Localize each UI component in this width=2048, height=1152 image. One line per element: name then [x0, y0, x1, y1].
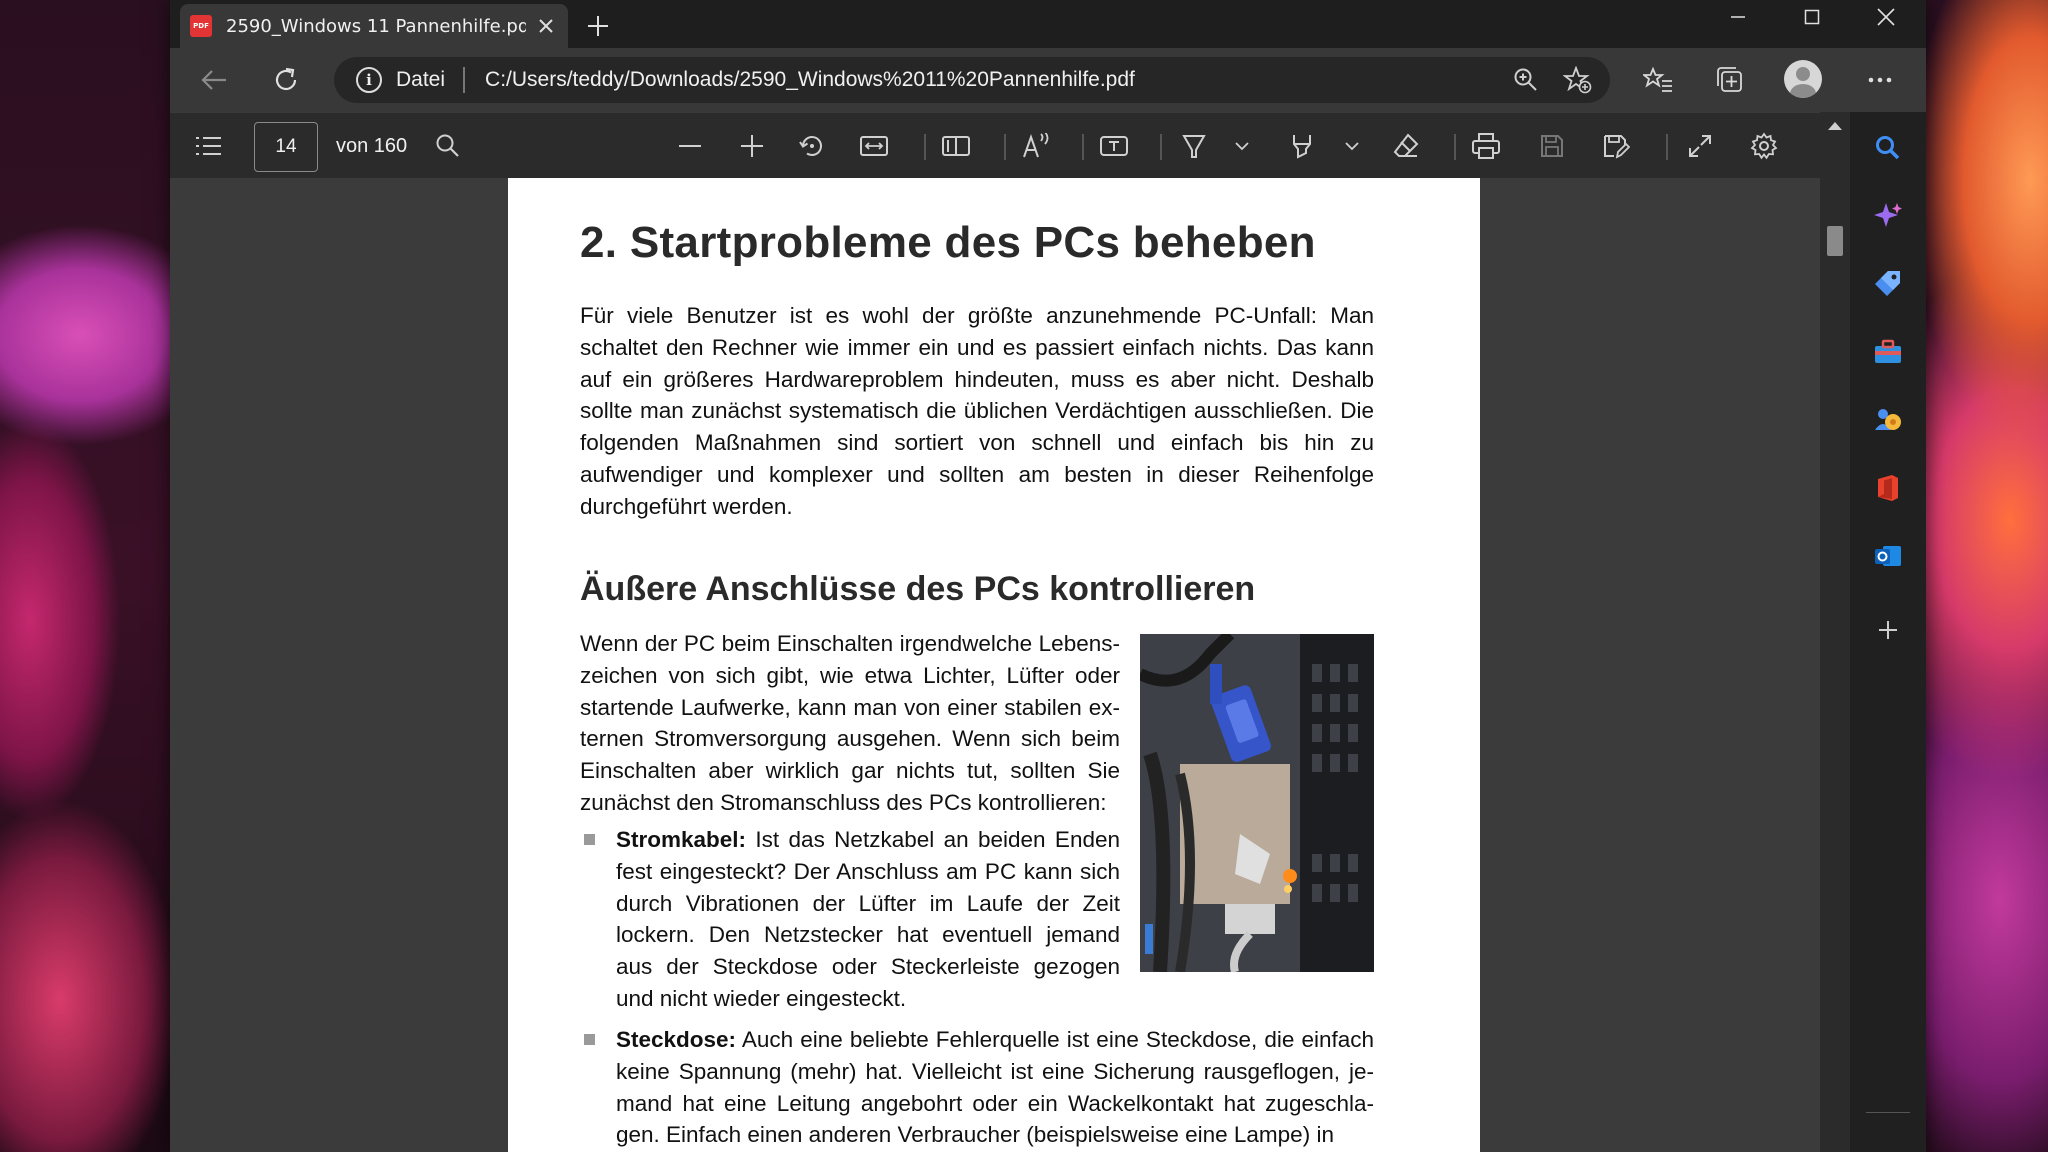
back-button[interactable]	[194, 62, 234, 98]
toolbar-separator	[1004, 134, 1006, 160]
favorites-icon[interactable]	[1638, 62, 1678, 98]
toolbar-separator	[1666, 134, 1668, 160]
read-aloud-icon[interactable]	[1018, 128, 1054, 164]
url-text[interactable]: C:/Users/teddy/Downloads/2590_Windows%20…	[485, 68, 1506, 92]
zoom-icon[interactable]	[1506, 60, 1546, 100]
scheme-label: Datei	[396, 68, 446, 91]
sidebar-tools-briefcase-icon[interactable]	[1870, 334, 1906, 370]
highlight-options-chevron-icon[interactable]	[1334, 128, 1370, 164]
sidebar-outlook-icon[interactable]	[1870, 538, 1906, 574]
draw-icon[interactable]	[1176, 128, 1212, 164]
rotate-icon[interactable]	[794, 128, 830, 164]
close-window-button[interactable]	[1849, 0, 1923, 34]
section-paragraph: Wenn der PC beim Einschalten irgendwelch…	[580, 631, 1120, 815]
pdf-viewer[interactable]: 2. Startprobleme des PCs beheben Für vie…	[170, 178, 1820, 1152]
toolbar-separator	[1082, 134, 1084, 160]
toolbar-separator	[1454, 134, 1456, 160]
address-separator	[463, 67, 466, 93]
toolbar-separator	[1160, 134, 1162, 160]
bullet-body: Ist das Netzkabel an beiden Enden fest e…	[616, 827, 1120, 1011]
tab-pdf-document[interactable]: PDF 2590_Windows 11 Pannenhilfe.pdf	[180, 4, 568, 48]
page-view-icon[interactable]	[938, 128, 974, 164]
pc-connectors-photo	[1140, 634, 1374, 972]
bullet-text: Steckdose: Auch eine beliebte Fehlerquel…	[616, 1024, 1374, 1151]
profile-avatar[interactable]	[1784, 60, 1822, 98]
bullet-square	[584, 1034, 595, 1045]
refresh-button[interactable]	[266, 62, 306, 98]
bullet-square	[584, 834, 595, 845]
fit-to-width-icon[interactable]	[856, 128, 892, 164]
chapter-title: 2. Startprobleme des PCs beheben	[580, 218, 1316, 267]
scroll-thumb[interactable]	[1827, 226, 1843, 256]
bullet-term: Stromkabel:	[616, 827, 747, 852]
collections-icon[interactable]	[1710, 62, 1750, 98]
page-total-label: von 160	[336, 135, 408, 157]
zoom-in-icon[interactable]	[734, 128, 770, 164]
section-title: Äußere Anschlüsse des PCs kontrollieren	[580, 570, 1256, 608]
save-icon[interactable]	[1534, 128, 1570, 164]
new-tab-button[interactable]	[580, 8, 616, 44]
print-icon[interactable]	[1468, 128, 1504, 164]
search-in-document-icon[interactable]	[430, 128, 466, 164]
more-options-icon[interactable]	[1860, 62, 1900, 98]
draw-options-chevron-icon[interactable]	[1224, 128, 1260, 164]
edge-sidebar	[1850, 112, 1926, 1152]
highlight-icon[interactable]	[1284, 128, 1320, 164]
sidebar-office-icon[interactable]	[1870, 470, 1906, 506]
maximize-button[interactable]	[1775, 0, 1849, 34]
pdf-page: 2. Startprobleme des PCs beheben Für vie…	[508, 178, 1480, 1152]
close-tab-icon[interactable]	[534, 14, 558, 38]
sidebar-search-icon[interactable]	[1870, 130, 1906, 166]
save-as-icon[interactable]	[1598, 128, 1634, 164]
table-of-contents-icon[interactable]	[190, 128, 226, 164]
page-number-input[interactable]: 14	[254, 122, 318, 172]
sidebar-divider	[1866, 1112, 1910, 1113]
pdf-toolbar: 14 von 160	[170, 112, 1820, 178]
sidebar-add-icon[interactable]	[1870, 612, 1906, 648]
fullscreen-icon[interactable]	[1682, 128, 1718, 164]
toolbar-separator	[924, 134, 926, 160]
settings-gear-icon[interactable]	[1746, 128, 1782, 164]
sidebar-games-icon[interactable]	[1870, 402, 1906, 438]
sidebar-shopping-tag-icon[interactable]	[1870, 266, 1906, 302]
add-text-icon[interactable]	[1096, 128, 1132, 164]
eraser-icon[interactable]	[1388, 128, 1424, 164]
scroll-up-arrow-icon[interactable]	[1828, 122, 1842, 130]
pdf-file-icon: PDF	[190, 15, 212, 37]
browser-window: PDF 2590_Windows 11 Pannenhilfe.pdf i Da…	[170, 0, 1926, 1152]
vertical-scrollbar[interactable]	[1820, 112, 1850, 1152]
add-favorite-icon[interactable]	[1558, 60, 1598, 100]
tab-title: 2590_Windows 11 Pannenhilfe.pdf	[226, 15, 526, 37]
bullet-text: Stromkabel: Ist das Netzkabel an beiden …	[616, 824, 1120, 1015]
navigation-bar: i Datei C:/Users/teddy/Downloads/2590_Wi…	[170, 48, 1926, 112]
intro-paragraph: Für viele Benutzer ist es wohl der größt…	[580, 303, 1374, 519]
site-info-icon[interactable]: i	[356, 67, 382, 93]
sidebar-copilot-icon[interactable]	[1870, 198, 1906, 234]
tab-strip: PDF 2590_Windows 11 Pannenhilfe.pdf	[170, 0, 1926, 48]
zoom-out-icon[interactable]	[672, 128, 708, 164]
minimize-button[interactable]	[1701, 0, 1775, 34]
bullet-term: Steckdose:	[616, 1027, 737, 1052]
address-bar[interactable]: i Datei C:/Users/teddy/Downloads/2590_Wi…	[334, 57, 1610, 103]
